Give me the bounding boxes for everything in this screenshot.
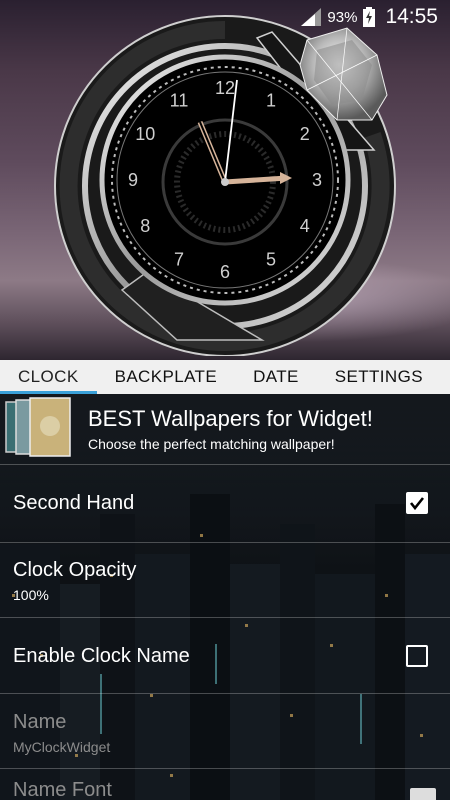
tab-settings[interactable]: SETTINGS (317, 360, 441, 394)
tab-overflow[interactable]: S (441, 360, 450, 394)
clock-numeral: 10 (135, 124, 155, 144)
setting-label: Name Font (13, 779, 112, 800)
setting-value: 100% (13, 587, 49, 603)
setting-clock-opacity[interactable]: Clock Opacity 100% (0, 543, 450, 618)
tab-bar: CLOCK BACKPLATE DATE SETTINGS S (0, 360, 450, 394)
clock-numeral: 8 (140, 216, 150, 236)
setting-value: MyClockWidget (13, 739, 111, 755)
wallpaper-promo-banner[interactable]: BEST Wallpapers for Widget! Choose the p… (0, 394, 450, 465)
setting-label: Second Hand (13, 492, 135, 514)
tab-date[interactable]: DATE (235, 360, 317, 394)
wallpaper-thumbnails-icon (5, 397, 71, 457)
settings-list[interactable]: BEST Wallpapers for Widget! Choose the p… (0, 394, 450, 800)
setting-name: Name MyClockWidget (0, 694, 450, 769)
clock-numeral: 4 (300, 216, 310, 236)
setting-enable-clock-name[interactable]: Enable Clock Name (0, 618, 450, 694)
setting-label: Name (13, 711, 67, 733)
enable-clock-name-checkbox[interactable] (406, 645, 428, 667)
clock-numeral: 2 (300, 124, 310, 144)
clock-numeral: 5 (266, 250, 276, 270)
tab-backplate[interactable]: BACKPLATE (97, 360, 236, 394)
banner-title: BEST Wallpapers for Widget! (88, 406, 373, 431)
clock-numeral: 6 (220, 262, 230, 282)
second-hand-checkbox[interactable] (406, 492, 428, 514)
setting-label: Clock Opacity (13, 559, 137, 581)
setting-label: Enable Clock Name (13, 645, 190, 667)
clock-numeral: 11 (170, 90, 189, 110)
font-preview-tab (410, 788, 436, 800)
setting-name-font: Name Font (0, 769, 450, 800)
clock-numeral: 9 (128, 170, 138, 190)
clock-numeral: 7 (174, 250, 184, 270)
clock-widget-preview[interactable]: 121234567891011 (52, 10, 398, 356)
banner-subtitle: Choose the perfect matching wallpaper! (88, 436, 335, 452)
clock-numeral: 3 (312, 170, 322, 190)
clock-numeral: 1 (266, 90, 276, 110)
setting-second-hand[interactable]: Second Hand (0, 465, 450, 543)
tab-clock[interactable]: CLOCK (0, 360, 97, 394)
clock-numeral: 12 (215, 78, 235, 98)
